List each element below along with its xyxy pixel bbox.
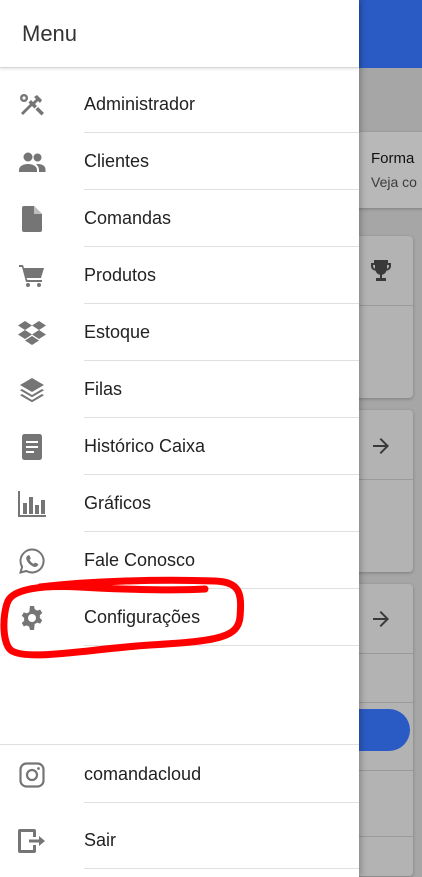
card-divider [359, 653, 413, 654]
instagram-icon [18, 761, 46, 789]
card-divider [359, 479, 413, 480]
file-icon [18, 205, 46, 233]
menu-item-label: Fale Conosco [84, 550, 196, 570]
dropbox-icon [18, 319, 46, 347]
cart-icon [18, 262, 46, 290]
menu-item-graficos[interactable]: Gráficos [0, 475, 359, 532]
whatsapp-icon [18, 547, 46, 575]
card-divider [359, 836, 413, 837]
menu-item-label: Filas [84, 379, 123, 399]
footer-divider [0, 744, 359, 745]
menu-item-estoque[interactable]: Estoque [0, 304, 359, 361]
trophy-icon [369, 258, 393, 284]
menu-item-sair[interactable]: Sair [0, 812, 359, 869]
receipt-icon [18, 433, 46, 461]
menu-item-label: Estoque [84, 322, 151, 342]
menu-item-filas[interactable]: Filas [0, 361, 359, 418]
menu-item-clientes[interactable]: Clientes [0, 133, 359, 190]
tools-icon [18, 91, 46, 119]
navigation-drawer: Menu Administrador Clientes Comandas Pro… [0, 0, 359, 877]
card-subtitle: Veja co [371, 174, 417, 190]
menu-item-label: Administrador [84, 94, 196, 114]
layers-icon [18, 376, 46, 404]
menu-item-label: Gráficos [84, 493, 152, 513]
drawer-header: Menu [0, 0, 359, 68]
menu-item-label: Sair [84, 830, 117, 850]
bar-chart-icon [18, 490, 46, 518]
card-divider [359, 305, 413, 306]
arrow-right-icon[interactable] [369, 434, 393, 458]
menu-item-instagram[interactable]: comandacloud [0, 746, 359, 803]
card-title: Forma [371, 150, 415, 167]
menu-item-label: Produtos [84, 265, 157, 285]
card-divider [359, 702, 413, 703]
arrow-right-icon[interactable] [369, 607, 393, 631]
menu-item-label: Comandas [84, 208, 172, 228]
menu-item-historico-caixa[interactable]: Histórico Caixa [0, 418, 359, 475]
menu-item-label: comandacloud [84, 764, 202, 784]
menu-item-label: Clientes [84, 151, 150, 171]
menu-item-administrador[interactable]: Administrador [0, 76, 359, 133]
drawer-title: Menu [22, 20, 78, 46]
menu-item-produtos[interactable]: Produtos [0, 247, 359, 304]
red-annotation-circle [0, 576, 245, 659]
menu-item-label: Histórico Caixa [84, 436, 206, 456]
menu-item-comandas[interactable]: Comandas [0, 190, 359, 247]
card-divider [359, 770, 413, 771]
divider [84, 802, 359, 803]
divider [84, 868, 359, 869]
people-icon [18, 148, 46, 176]
exit-icon [18, 827, 46, 855]
